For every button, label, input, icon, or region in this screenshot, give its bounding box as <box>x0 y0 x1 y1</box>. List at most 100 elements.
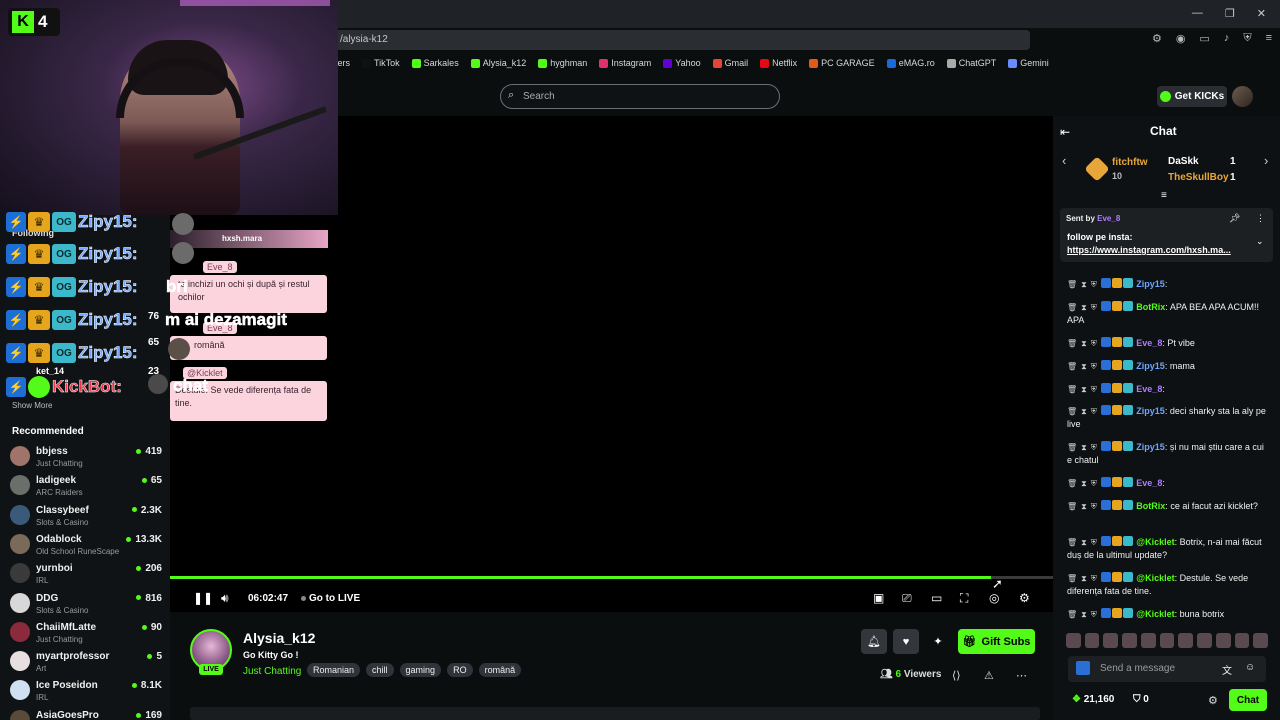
more-options-icon[interactable]: ⋮ <box>1256 213 1265 224</box>
timeout-icon[interactable]: ⧗ <box>1081 536 1087 549</box>
bookmark-item[interactable]: eMAG.ro <box>886 58 935 68</box>
bookmark-item[interactable]: Instagram <box>599 58 651 68</box>
filter-icon[interactable]: ≡ <box>1161 190 1167 201</box>
bookmark-item[interactable]: Yahoo <box>663 58 701 68</box>
quality-icon[interactable]: ◎ <box>989 591 999 605</box>
chat-message[interactable]: 🗑︎ ⧗ ⛨ @Kicklet: buna botrix <box>1067 608 1267 621</box>
chat-message[interactable]: 🗑︎ ⧗ ⛨ Zipy15: mama <box>1067 360 1267 373</box>
address-bar[interactable] <box>330 30 1030 50</box>
bookmark-item[interactable]: Sarkales <box>411 58 459 68</box>
ban-icon[interactable]: ⛨ <box>1091 383 1097 396</box>
miniplayer-icon[interactable]: ▣ <box>873 591 884 605</box>
stream-category[interactable]: Just Chatting <box>243 666 301 677</box>
volume-icon[interactable]: 🔊︎ <box>221 591 229 606</box>
sidebar-channel[interactable]: ChaiiMfLatte Just Chatting 90 <box>10 620 162 648</box>
ban-icon[interactable]: ⛨ <box>1091 405 1097 418</box>
bookmark-item[interactable]: hyghman <box>538 58 587 68</box>
ban-icon[interactable]: ⛨ <box>1091 441 1097 454</box>
chat-username[interactable]: @Kicklet <box>1136 609 1174 619</box>
chat-message[interactable]: 🗑︎ ⧗ ⛨ Zipy15: și nu mai știu care a cui e… <box>1067 441 1267 467</box>
ban-icon[interactable]: ⛨ <box>1091 500 1097 513</box>
timeout-icon[interactable]: ⧗ <box>1081 572 1087 585</box>
close-icon[interactable]: ✕ <box>1257 7 1266 20</box>
emoji-icon[interactable]: ☺ <box>1245 662 1255 673</box>
timeout-icon[interactable]: ⧗ <box>1081 477 1087 490</box>
pinned-link[interactable]: https://www.instagram.com/hxsh.ma... <box>1067 245 1231 255</box>
fullscreen-icon[interactable]: ⛶ <box>960 591 968 606</box>
chat-username[interactable]: @Kicklet <box>1136 573 1174 583</box>
chat-message[interactable]: 🗑︎ ⧗ ⛨ Eve_8: <box>1067 477 1267 490</box>
user-avatar[interactable] <box>1232 86 1253 107</box>
chat-username[interactable]: Zipy15 <box>1136 361 1165 371</box>
sidebar-channel[interactable]: Odablock Old School RuneScape 13.3K <box>10 532 162 560</box>
chat-username[interactable]: Eve_8 <box>1136 338 1162 348</box>
chat-username[interactable]: Zipy15 <box>1136 442 1165 452</box>
chat-message[interactable]: 🗑︎ ⧗ ⛨ BotRix: APA BEA APA ACUM!! APA <box>1067 301 1267 327</box>
url-text[interactable]: /alysia-k12 <box>340 34 388 45</box>
sparkle-icon[interactable]: ✦ <box>925 629 951 654</box>
delete-icon[interactable]: 🗑︎ <box>1067 477 1077 490</box>
bookmark-item[interactable]: Gemini <box>1008 58 1049 68</box>
timeout-icon[interactable]: ⧗ <box>1081 441 1087 454</box>
chat-username[interactable]: @Kicklet <box>1136 537 1174 547</box>
bookmark-item[interactable]: Netflix <box>760 58 797 68</box>
chat-message[interactable]: 🗑︎ ⧗ ⛨ Zipy15: deci sharky sta la aly pe l… <box>1067 405 1267 431</box>
clip-icon[interactable]: ⎚ <box>902 591 912 606</box>
restore-icon[interactable]: ❐ <box>1225 7 1235 20</box>
collapse-chat-icon[interactable]: ⇤ <box>1060 125 1070 139</box>
chevron-right-icon[interactable]: › <box>1264 153 1268 168</box>
chat-settings-icon[interactable]: ⚙ <box>1208 694 1218 707</box>
show-more-button[interactable]: Show More <box>12 401 52 410</box>
ban-icon[interactable]: ⛨ <box>1091 278 1097 291</box>
chat-message[interactable]: 🗑︎ ⧗ ⛨ @Kicklet: Destule. Se vede diferenț… <box>1067 572 1267 598</box>
minimize-icon[interactable]: — <box>1192 7 1203 20</box>
gift-subs-button[interactable]: 🎁︎ Gift Subs <box>958 629 1035 654</box>
delete-icon[interactable]: 🗑︎ <box>1067 536 1077 549</box>
chat-message[interactable]: 🗑︎ ⧗ ⛨ BotRix: ce ai facut azi kicklet? <box>1067 500 1267 513</box>
tag-pill[interactable]: gaming <box>399 663 442 677</box>
window-controls[interactable]: — ❐ ✕ <box>1192 7 1266 20</box>
sidebar-channel[interactable]: myartprofessor Art 5 <box>10 649 162 677</box>
theater-icon[interactable]: ▭ <box>931 591 942 605</box>
more-options-icon[interactable]: ⋯ <box>1016 669 1027 682</box>
tag-pill[interactable]: română <box>478 663 522 677</box>
bookmark-item[interactable]: TikTok <box>362 58 400 68</box>
delete-icon[interactable]: 🗑︎ <box>1067 301 1077 314</box>
notification-bell-icon[interactable]: 🔔︎ <box>861 629 887 654</box>
report-icon[interactable]: ⚠ <box>984 669 994 682</box>
ban-icon[interactable]: ⛨ <box>1091 572 1097 585</box>
follow-heart-icon[interactable]: ♥ <box>893 629 919 654</box>
chat-message[interactable]: 🗑︎ ⧗ ⛨ Eve_8: <box>1067 383 1267 396</box>
timeout-icon[interactable]: ⧗ <box>1081 301 1087 314</box>
sidebar-channel[interactable]: bbjess Just Chatting 419 <box>10 444 162 472</box>
chevron-down-icon[interactable]: ⌄ <box>1256 236 1264 247</box>
sidebar-channel[interactable]: AsiaGoesPro 169 <box>10 708 162 720</box>
chat-message[interactable]: 🗑︎ ⧗ ⛨ @Kicklet: Botrix, n-ai mai făcut du… <box>1067 536 1267 562</box>
bookmark-item[interactable]: PC GARAGE <box>809 58 875 68</box>
chat-username[interactable]: BotRix <box>1136 302 1165 312</box>
ban-icon[interactable]: ⛨ <box>1091 608 1097 621</box>
streamer-name[interactable]: Alysia_k12 <box>243 630 315 646</box>
timeout-icon[interactable]: ⧗ <box>1081 337 1087 350</box>
tag-pill[interactable]: RO <box>447 663 473 677</box>
share-icon[interactable]: ⟨⟩ <box>952 669 961 682</box>
chat-username[interactable]: BotRix <box>1136 501 1165 511</box>
timeout-icon[interactable]: ⧗ <box>1081 383 1087 396</box>
pin-icon[interactable]: 📌︎ <box>1229 213 1240 224</box>
delete-icon[interactable]: 🗑︎ <box>1067 278 1077 291</box>
sidebar-channel[interactable]: Classybeef Slots & Casino 2.3K <box>10 503 162 531</box>
ban-icon[interactable]: ⛨ <box>1091 536 1097 549</box>
chat-message[interactable]: 🗑︎ ⧗ ⛨ Eve_8: Pt vibe <box>1067 337 1267 350</box>
chat-username[interactable]: Zipy15 <box>1136 279 1165 289</box>
emote-row[interactable] <box>1066 633 1269 649</box>
browser-toolbar-icons[interactable]: ⚙ ◉ ▭ ♪ ⛨ ≡ <box>1152 32 1272 45</box>
tag-pill[interactable]: chill <box>366 663 394 677</box>
delete-icon[interactable]: 🗑︎ <box>1067 360 1077 373</box>
sidebar-channel[interactable]: ladigeek ARC Raiders 65 <box>10 473 162 501</box>
ban-icon[interactable]: ⛨ <box>1091 301 1097 314</box>
tag-pill[interactable]: Romanian <box>307 663 361 677</box>
sidebar-channel[interactable]: yurnboi IRL 206 <box>10 561 162 589</box>
chat-username[interactable]: Eve_8 <box>1136 384 1162 394</box>
ban-icon[interactable]: ⛨ <box>1091 360 1097 373</box>
get-kicks-button[interactable]: Get KICKs <box>1157 86 1227 107</box>
